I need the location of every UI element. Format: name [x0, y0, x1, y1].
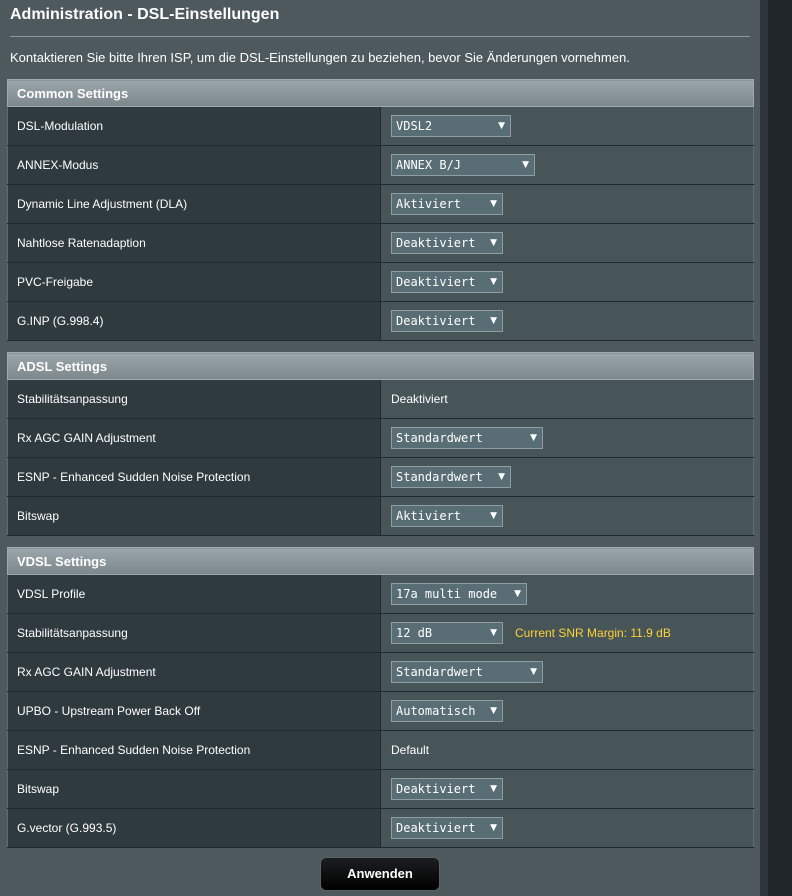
ginp-label: G.INP (G.998.4): [7, 301, 381, 341]
page-edge: [760, 0, 768, 896]
common-settings-header: Common Settings: [7, 79, 754, 107]
table-row: Stabilitätsanpassung Deaktiviert: [7, 379, 754, 419]
adsl-rx-agc-select[interactable]: Standardwert ▼: [391, 427, 543, 449]
adsl-esnp-label: ESNP - Enhanced Sudden Noise Protection: [7, 457, 381, 497]
ginp-select[interactable]: Deaktiviert ▼: [391, 310, 503, 332]
page-title: Administration - DSL-Einstellungen: [10, 6, 280, 23]
title-divider: [10, 36, 750, 37]
gvector-label: G.vector (G.993.5): [7, 808, 381, 848]
table-row: Bitswap Aktiviert ▼: [7, 496, 754, 536]
adsl-esnp-select[interactable]: Standardwert ▼: [391, 466, 511, 488]
adsl-stability-label: Stabilitätsanpassung: [7, 379, 381, 419]
vdsl-settings-table: VDSL Settings VDSL Profile 17a multi mod…: [7, 547, 754, 848]
table-row: G.vector (G.993.5) Deaktiviert ▼: [7, 808, 754, 848]
chevron-down-icon: ▼: [490, 277, 497, 287]
table-row: Rx AGC GAIN Adjustment Standardwert ▼: [7, 418, 754, 458]
page-scrollbar-area: [760, 0, 792, 896]
chevron-down-icon: ▼: [490, 511, 497, 521]
vdsl-profile-select[interactable]: 17a multi mode ▼: [391, 583, 527, 605]
snr-margin-note: Current SNR Margin: 11.9 dB: [515, 626, 671, 640]
dla-label: Dynamic Line Adjustment (DLA): [7, 184, 381, 224]
seamless-rate-label: Nahtlose Ratenadaption: [7, 223, 381, 263]
chevron-down-icon: ▼: [530, 667, 537, 677]
table-row: ESNP - Enhanced Sudden Noise Protection …: [7, 730, 754, 770]
adsl-settings-header: ADSL Settings: [7, 352, 754, 380]
vdsl-esnp-value: Default: [380, 730, 754, 770]
table-row: ANNEX-Modus ANNEX B/J ▼: [7, 145, 754, 185]
vdsl-rx-agc-select[interactable]: Standardwert ▼: [391, 661, 543, 683]
vdsl-bitswap-label: Bitswap: [7, 769, 381, 809]
vdsl-stability-label: Stabilitätsanpassung: [7, 613, 381, 653]
annex-mode-label: ANNEX-Modus: [7, 145, 381, 185]
vdsl-upbo-select[interactable]: Automatisch ▼: [391, 700, 503, 722]
vdsl-upbo-label: UPBO - Upstream Power Back Off: [7, 691, 381, 731]
dla-select[interactable]: Aktiviert ▼: [391, 193, 503, 215]
chevron-down-icon: ▼: [490, 628, 497, 638]
chevron-down-icon: ▼: [490, 784, 497, 794]
vdsl-bitswap-select[interactable]: Deaktiviert ▼: [391, 778, 503, 800]
table-row: DSL-Modulation VDSL2 ▼: [7, 106, 754, 146]
chevron-down-icon: ▼: [490, 823, 497, 833]
table-row: Nahtlose Ratenadaption Deaktiviert ▼: [7, 223, 754, 263]
pvc-release-select[interactable]: Deaktiviert ▼: [391, 271, 503, 293]
chevron-down-icon: ▼: [490, 238, 497, 248]
chevron-down-icon: ▼: [490, 706, 497, 716]
chevron-down-icon: ▼: [514, 589, 521, 599]
table-row: VDSL Profile 17a multi mode ▼: [7, 574, 754, 614]
adsl-stability-value: Deaktiviert: [380, 379, 754, 419]
table-row: G.INP (G.998.4) Deaktiviert ▼: [7, 301, 754, 341]
adsl-bitswap-label: Bitswap: [7, 496, 381, 536]
dsl-modulation-select[interactable]: VDSL2 ▼: [391, 115, 511, 137]
settings-page: Administration - DSL-Einstellungen Konta…: [0, 0, 760, 896]
table-row: UPBO - Upstream Power Back Off Automatis…: [7, 691, 754, 731]
page-description: Kontaktieren Sie bitte Ihren ISP, um die…: [10, 50, 630, 65]
table-row: Stabilitätsanpassung 12 dB ▼ Current SNR M…: [7, 613, 754, 653]
table-row: ESNP - Enhanced Sudden Noise Protection …: [7, 457, 754, 497]
chevron-down-icon: ▼: [498, 472, 505, 482]
adsl-settings-table: ADSL Settings Stabilitätsanpassung Deakt…: [7, 352, 754, 536]
chevron-down-icon: ▼: [530, 433, 537, 443]
annex-mode-select[interactable]: ANNEX B/J ▼: [391, 154, 535, 176]
table-row: Dynamic Line Adjustment (DLA) Aktiviert ▼: [7, 184, 754, 224]
chevron-down-icon: ▼: [498, 121, 505, 131]
chevron-down-icon: ▼: [490, 316, 497, 326]
common-settings-table: Common Settings DSL-Modulation VDSL2 ▼ AN…: [7, 79, 754, 341]
table-row: Bitswap Deaktiviert ▼: [7, 769, 754, 809]
gvector-select[interactable]: Deaktiviert ▼: [391, 817, 503, 839]
vdsl-stability-select[interactable]: 12 dB ▼: [391, 622, 503, 644]
chevron-down-icon: ▼: [522, 160, 529, 170]
vdsl-esnp-label: ESNP - Enhanced Sudden Noise Protection: [7, 730, 381, 770]
table-row: PVC-Freigabe Deaktiviert ▼: [7, 262, 754, 302]
chevron-down-icon: ▼: [490, 199, 497, 209]
vdsl-settings-header: VDSL Settings: [7, 547, 754, 575]
adsl-bitswap-select[interactable]: Aktiviert ▼: [391, 505, 503, 527]
pvc-release-label: PVC-Freigabe: [7, 262, 381, 302]
table-row: Rx AGC GAIN Adjustment Standardwert ▼: [7, 652, 754, 692]
dsl-modulation-label: DSL-Modulation: [7, 106, 381, 146]
vdsl-profile-label: VDSL Profile: [7, 574, 381, 614]
adsl-rx-agc-label: Rx AGC GAIN Adjustment: [7, 418, 381, 458]
vdsl-rx-agc-label: Rx AGC GAIN Adjustment: [7, 652, 381, 692]
apply-button[interactable]: Anwenden: [320, 857, 440, 891]
seamless-rate-select[interactable]: Deaktiviert ▼: [391, 232, 503, 254]
